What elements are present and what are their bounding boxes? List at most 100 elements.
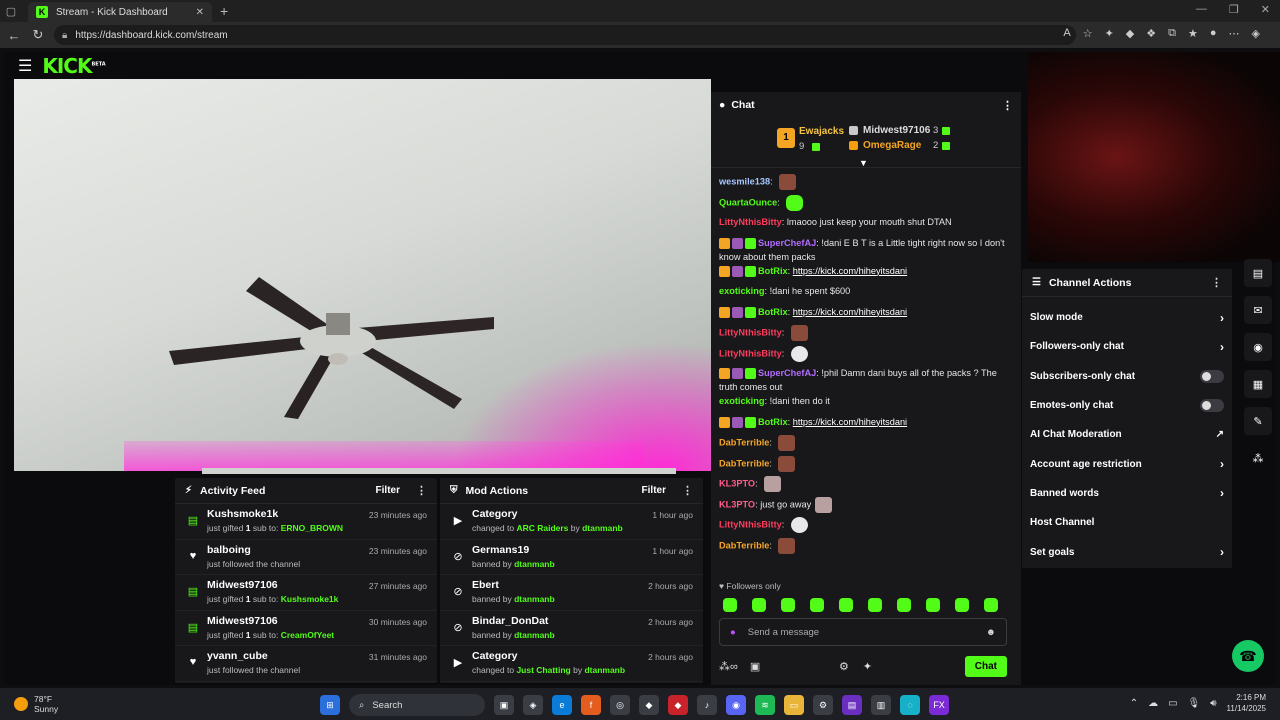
favorite-icon[interactable]: ☆: [1083, 27, 1093, 40]
emote-icon[interactable]: [810, 598, 824, 612]
mod-row[interactable]: ⊘ Ebert banned by dtanmanb 2 hours ago: [440, 575, 703, 611]
activity-filter-button[interactable]: Filter: [376, 485, 400, 496]
apps-icon[interactable]: ⁂: [1244, 444, 1272, 472]
display-icon[interactable]: ▭: [1168, 698, 1177, 709]
activity-more-icon[interactable]: ⋮: [416, 484, 427, 497]
chat-input[interactable]: ● Send a message ☻: [719, 618, 1007, 646]
stream-preview[interactable]: [14, 79, 711, 471]
mod-more-icon[interactable]: ⋮: [682, 484, 693, 497]
new-tab-button[interactable]: +: [220, 3, 228, 19]
copilot-icon[interactable]: ◈: [523, 695, 543, 715]
gift-box-icon[interactable]: ▣: [750, 660, 760, 673]
site-info-icon[interactable]: 🔒︎: [62, 30, 67, 41]
send-chat-button[interactable]: Chat: [964, 655, 1007, 677]
mod-target[interactable]: Just Chatting: [516, 665, 570, 675]
chevron-up-icon[interactable]: ⌃: [1130, 698, 1138, 709]
activity-row[interactable]: ▤ Midwest97106 just gifted 1 sub to: Cream…: [175, 611, 437, 646]
activity-row[interactable]: ♥ balboing just followed the channel 23 min…: [175, 540, 437, 575]
chat-username[interactable]: wesmile138: [719, 176, 770, 186]
mod-by[interactable]: dtanmanb: [582, 523, 623, 533]
chat-username[interactable]: KL3PTO: [719, 499, 755, 509]
channel-action-item[interactable]: Banned words ›: [1022, 479, 1232, 508]
chat-username[interactable]: exoticking: [719, 396, 764, 406]
obs-icon[interactable]: ◎: [610, 695, 630, 715]
collapse-icon[interactable]: ▼: [859, 158, 868, 168]
emote-icon[interactable]: [955, 598, 969, 612]
profile-icon[interactable]: ●: [1210, 27, 1217, 40]
chat-username[interactable]: SuperChefAJ: [758, 368, 816, 378]
chat-link[interactable]: https://kick.com/hiheyitsdani: [793, 307, 907, 317]
chat-username[interactable]: LittyNthisBitty: [719, 327, 782, 337]
emote-icon[interactable]: [781, 598, 795, 612]
extension-icon[interactable]: ❖: [1146, 27, 1156, 40]
emote-icon[interactable]: [723, 598, 737, 612]
emote-icon[interactable]: [984, 598, 998, 612]
more-icon[interactable]: ⋯: [1229, 27, 1240, 40]
activity-target[interactable]: Kushsmoke1k: [281, 594, 339, 604]
collections-icon[interactable]: ⧉: [1168, 27, 1176, 40]
firefox-icon[interactable]: f: [581, 695, 601, 715]
app-icon[interactable]: ◆: [639, 695, 659, 715]
extension-icon[interactable]: ✦: [1105, 27, 1114, 40]
chat-username[interactable]: exoticking: [719, 286, 764, 296]
chat-username[interactable]: LittyNthisBitty: [719, 217, 782, 227]
app-icon[interactable]: ▤: [842, 695, 862, 715]
mod-row[interactable]: ▶ Category changed to Just Chatting by dta…: [440, 646, 703, 682]
close-window-icon[interactable]: ✕: [1261, 3, 1270, 16]
mod-by[interactable]: dtanmanb: [584, 665, 625, 675]
settings-icon[interactable]: ⚙︎: [839, 660, 849, 673]
chat-username[interactable]: BotRix: [758, 307, 788, 317]
chat-username[interactable]: BotRix: [758, 417, 788, 427]
chat-link[interactable]: https://kick.com/hiheyitsdani: [793, 417, 907, 427]
mod-by[interactable]: dtanmanb: [514, 630, 555, 640]
activity-row[interactable]: ▤ Kushsmoke1k just gifted 1 sub to: ERNO_B…: [175, 504, 437, 540]
channel-action-item[interactable]: Subscribers-only chat: [1022, 362, 1232, 391]
channel-action-item[interactable]: AI Chat Moderation ↗: [1022, 420, 1232, 449]
wrench-icon[interactable]: ✎: [1244, 407, 1272, 435]
copilot-icon[interactable]: ◈: [1252, 27, 1260, 40]
read-aloud-icon[interactable]: A: [1063, 27, 1070, 40]
volume-icon[interactable]: 🔊︎: [1210, 698, 1216, 709]
mod-target[interactable]: ARC Raiders: [516, 523, 568, 533]
channel-action-item[interactable]: Emotes-only chat: [1022, 391, 1232, 420]
music-icon[interactable]: ♪: [697, 695, 717, 715]
mic-icon[interactable]: 🎙︎: [1188, 698, 1201, 709]
steam-icon[interactable]: ⚙︎: [813, 695, 833, 715]
minimize-icon[interactable]: —: [1196, 3, 1207, 16]
cloud-icon[interactable]: ☁: [1148, 698, 1158, 709]
support-icon[interactable]: ☎: [1232, 640, 1264, 672]
mod-filter-button[interactable]: Filter: [642, 485, 666, 496]
channel-action-item[interactable]: Host Channel: [1022, 508, 1232, 537]
weather-widget[interactable]: 78°F Sunny: [14, 694, 58, 714]
app-icon[interactable]: ▥: [871, 695, 891, 715]
mod-tools-icon[interactable]: ✦: [863, 660, 872, 673]
broadcast-icon[interactable]: ◉: [1244, 333, 1272, 361]
emote-icon[interactable]: [752, 598, 766, 612]
chat-icon[interactable]: ✉: [1244, 296, 1272, 324]
browser-tab[interactable]: K Stream - Kick Dashboard ✕: [28, 2, 212, 22]
channel-actions-more-icon[interactable]: ⋮: [1211, 276, 1222, 289]
close-tab-icon[interactable]: ✕: [196, 7, 204, 18]
clock[interactable]: 2:16 PM 11/14/2025: [1227, 692, 1266, 714]
app-icon[interactable]: ◆: [668, 695, 688, 715]
mod-by[interactable]: dtanmanb: [514, 559, 555, 569]
chat-username[interactable]: QuartaOunce: [719, 197, 777, 207]
mod-row[interactable]: ⊘ Germans19 banned by dtanmanb 1 hour ago: [440, 540, 703, 575]
url-field[interactable]: 🔒︎ https://dashboard.kick.com/stream: [54, 25, 1076, 45]
mod-row[interactable]: ⊘ Bindar_DonDat banned by dtanmanb 2 hours …: [440, 611, 703, 646]
chat-username[interactable]: DabTerrible: [719, 458, 769, 468]
chat-link[interactable]: https://kick.com/hiheyitsdani: [793, 266, 907, 276]
discord-icon[interactable]: ◉: [726, 695, 746, 715]
layout-icon[interactable]: ▦: [1244, 370, 1272, 398]
start-icon[interactable]: ⊞: [320, 695, 340, 715]
folder-icon[interactable]: ▭: [784, 695, 804, 715]
extension-icon[interactable]: ◆: [1126, 27, 1134, 40]
emoji-picker-icon[interactable]: ☻: [986, 627, 996, 638]
emote-icon[interactable]: [897, 598, 911, 612]
activity-row[interactable]: ▤ Midwest97106 just gifted 1 sub to: Kushs…: [175, 575, 437, 611]
activity-target[interactable]: CreamOfYeet: [281, 630, 334, 640]
task-view-icon[interactable]: ▣: [494, 695, 514, 715]
chat-more-icon[interactable]: ⋮: [1002, 99, 1013, 112]
points-icon[interactable]: ⁂∞: [719, 660, 738, 673]
chat-username[interactable]: BotRix: [758, 266, 788, 276]
